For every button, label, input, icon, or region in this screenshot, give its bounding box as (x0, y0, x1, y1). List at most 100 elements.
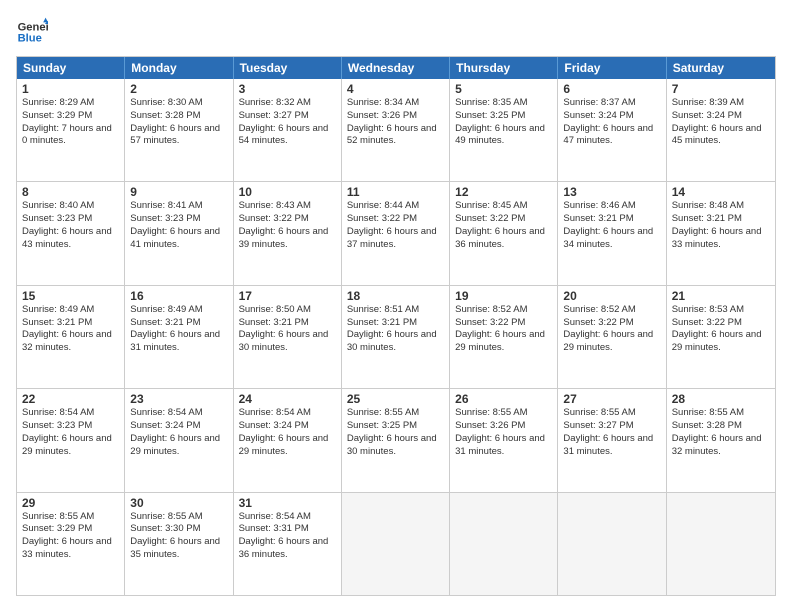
sunrise-text: Sunrise: 8:53 AM (672, 304, 770, 317)
sunset-text: Sunset: 3:22 PM (563, 317, 660, 330)
daylight-text: Daylight: 6 hours and 29 minutes. (239, 433, 336, 459)
calendar-day-17: 17Sunrise: 8:50 AMSunset: 3:21 PMDayligh… (234, 286, 342, 388)
sunset-text: Sunset: 3:24 PM (563, 110, 660, 123)
day-number: 30 (130, 496, 227, 510)
daylight-text: Daylight: 6 hours and 31 minutes. (563, 433, 660, 459)
day-number: 14 (672, 185, 770, 199)
sunset-text: Sunset: 3:23 PM (22, 420, 119, 433)
sunset-text: Sunset: 3:27 PM (239, 110, 336, 123)
sunrise-text: Sunrise: 8:50 AM (239, 304, 336, 317)
daylight-text: Daylight: 6 hours and 52 minutes. (347, 123, 444, 149)
sunset-text: Sunset: 3:29 PM (22, 110, 119, 123)
daylight-text: Daylight: 6 hours and 30 minutes. (239, 329, 336, 355)
sunset-text: Sunset: 3:27 PM (563, 420, 660, 433)
day-number: 15 (22, 289, 119, 303)
sunrise-text: Sunrise: 8:30 AM (130, 97, 227, 110)
day-number: 20 (563, 289, 660, 303)
daylight-text: Daylight: 6 hours and 34 minutes. (563, 226, 660, 252)
day-number: 13 (563, 185, 660, 199)
calendar-day-2: 2Sunrise: 8:30 AMSunset: 3:28 PMDaylight… (125, 79, 233, 181)
sunrise-text: Sunrise: 8:43 AM (239, 200, 336, 213)
calendar-empty-cell (450, 493, 558, 595)
calendar-day-26: 26Sunrise: 8:55 AMSunset: 3:26 PMDayligh… (450, 389, 558, 491)
sunrise-text: Sunrise: 8:44 AM (347, 200, 444, 213)
daylight-text: Daylight: 6 hours and 45 minutes. (672, 123, 770, 149)
sunset-text: Sunset: 3:28 PM (672, 420, 770, 433)
sunset-text: Sunset: 3:22 PM (672, 317, 770, 330)
daylight-text: Daylight: 6 hours and 32 minutes. (672, 433, 770, 459)
calendar-week-3: 15Sunrise: 8:49 AMSunset: 3:21 PMDayligh… (17, 285, 775, 388)
calendar-day-1: 1Sunrise: 8:29 AMSunset: 3:29 PMDaylight… (17, 79, 125, 181)
day-header-friday: Friday (558, 57, 666, 79)
sunrise-text: Sunrise: 8:55 AM (347, 407, 444, 420)
sunset-text: Sunset: 3:24 PM (130, 420, 227, 433)
sunset-text: Sunset: 3:30 PM (130, 523, 227, 536)
calendar-day-12: 12Sunrise: 8:45 AMSunset: 3:22 PMDayligh… (450, 182, 558, 284)
calendar-day-3: 3Sunrise: 8:32 AMSunset: 3:27 PMDaylight… (234, 79, 342, 181)
day-number: 17 (239, 289, 336, 303)
daylight-text: Daylight: 6 hours and 49 minutes. (455, 123, 552, 149)
daylight-text: Daylight: 6 hours and 29 minutes. (563, 329, 660, 355)
day-number: 7 (672, 82, 770, 96)
daylight-text: Daylight: 6 hours and 29 minutes. (22, 433, 119, 459)
sunset-text: Sunset: 3:25 PM (455, 110, 552, 123)
sunset-text: Sunset: 3:21 PM (22, 317, 119, 330)
day-number: 11 (347, 185, 444, 199)
sunrise-text: Sunrise: 8:49 AM (130, 304, 227, 317)
calendar-day-20: 20Sunrise: 8:52 AMSunset: 3:22 PMDayligh… (558, 286, 666, 388)
daylight-text: Daylight: 6 hours and 30 minutes. (347, 329, 444, 355)
calendar-day-21: 21Sunrise: 8:53 AMSunset: 3:22 PMDayligh… (667, 286, 775, 388)
sunrise-text: Sunrise: 8:35 AM (455, 97, 552, 110)
calendar-day-18: 18Sunrise: 8:51 AMSunset: 3:21 PMDayligh… (342, 286, 450, 388)
sunrise-text: Sunrise: 8:46 AM (563, 200, 660, 213)
calendar-day-31: 31Sunrise: 8:54 AMSunset: 3:31 PMDayligh… (234, 493, 342, 595)
daylight-text: Daylight: 6 hours and 35 minutes. (130, 536, 227, 562)
day-number: 21 (672, 289, 770, 303)
sunrise-text: Sunrise: 8:34 AM (347, 97, 444, 110)
daylight-text: Daylight: 7 hours and 0 minutes. (22, 123, 119, 149)
day-number: 1 (22, 82, 119, 96)
calendar: SundayMondayTuesdayWednesdayThursdayFrid… (16, 56, 776, 596)
daylight-text: Daylight: 6 hours and 54 minutes. (239, 123, 336, 149)
calendar-empty-cell (667, 493, 775, 595)
sunrise-text: Sunrise: 8:55 AM (672, 407, 770, 420)
day-number: 19 (455, 289, 552, 303)
logo-icon: General Blue (16, 16, 48, 48)
day-number: 9 (130, 185, 227, 199)
daylight-text: Daylight: 6 hours and 29 minutes. (455, 329, 552, 355)
sunset-text: Sunset: 3:24 PM (672, 110, 770, 123)
daylight-text: Daylight: 6 hours and 47 minutes. (563, 123, 660, 149)
day-number: 12 (455, 185, 552, 199)
sunrise-text: Sunrise: 8:48 AM (672, 200, 770, 213)
sunrise-text: Sunrise: 8:45 AM (455, 200, 552, 213)
calendar-day-6: 6Sunrise: 8:37 AMSunset: 3:24 PMDaylight… (558, 79, 666, 181)
sunset-text: Sunset: 3:21 PM (672, 213, 770, 226)
day-number: 31 (239, 496, 336, 510)
day-header-saturday: Saturday (667, 57, 775, 79)
daylight-text: Daylight: 6 hours and 29 minutes. (130, 433, 227, 459)
day-header-tuesday: Tuesday (234, 57, 342, 79)
sunrise-text: Sunrise: 8:52 AM (455, 304, 552, 317)
calendar-day-30: 30Sunrise: 8:55 AMSunset: 3:30 PMDayligh… (125, 493, 233, 595)
day-number: 27 (563, 392, 660, 406)
day-number: 2 (130, 82, 227, 96)
daylight-text: Daylight: 6 hours and 33 minutes. (672, 226, 770, 252)
calendar-body: 1Sunrise: 8:29 AMSunset: 3:29 PMDaylight… (17, 79, 775, 595)
calendar-week-1: 1Sunrise: 8:29 AMSunset: 3:29 PMDaylight… (17, 79, 775, 181)
day-number: 24 (239, 392, 336, 406)
calendar-day-13: 13Sunrise: 8:46 AMSunset: 3:21 PMDayligh… (558, 182, 666, 284)
sunrise-text: Sunrise: 8:52 AM (563, 304, 660, 317)
sunset-text: Sunset: 3:21 PM (563, 213, 660, 226)
daylight-text: Daylight: 6 hours and 33 minutes. (22, 536, 119, 562)
sunrise-text: Sunrise: 8:54 AM (239, 511, 336, 524)
sunset-text: Sunset: 3:21 PM (239, 317, 336, 330)
sunset-text: Sunset: 3:22 PM (239, 213, 336, 226)
sunset-text: Sunset: 3:22 PM (347, 213, 444, 226)
daylight-text: Daylight: 6 hours and 43 minutes. (22, 226, 119, 252)
calendar-day-14: 14Sunrise: 8:48 AMSunset: 3:21 PMDayligh… (667, 182, 775, 284)
sunset-text: Sunset: 3:24 PM (239, 420, 336, 433)
daylight-text: Daylight: 6 hours and 31 minutes. (130, 329, 227, 355)
day-number: 28 (672, 392, 770, 406)
calendar-day-11: 11Sunrise: 8:44 AMSunset: 3:22 PMDayligh… (342, 182, 450, 284)
sunrise-text: Sunrise: 8:55 AM (563, 407, 660, 420)
